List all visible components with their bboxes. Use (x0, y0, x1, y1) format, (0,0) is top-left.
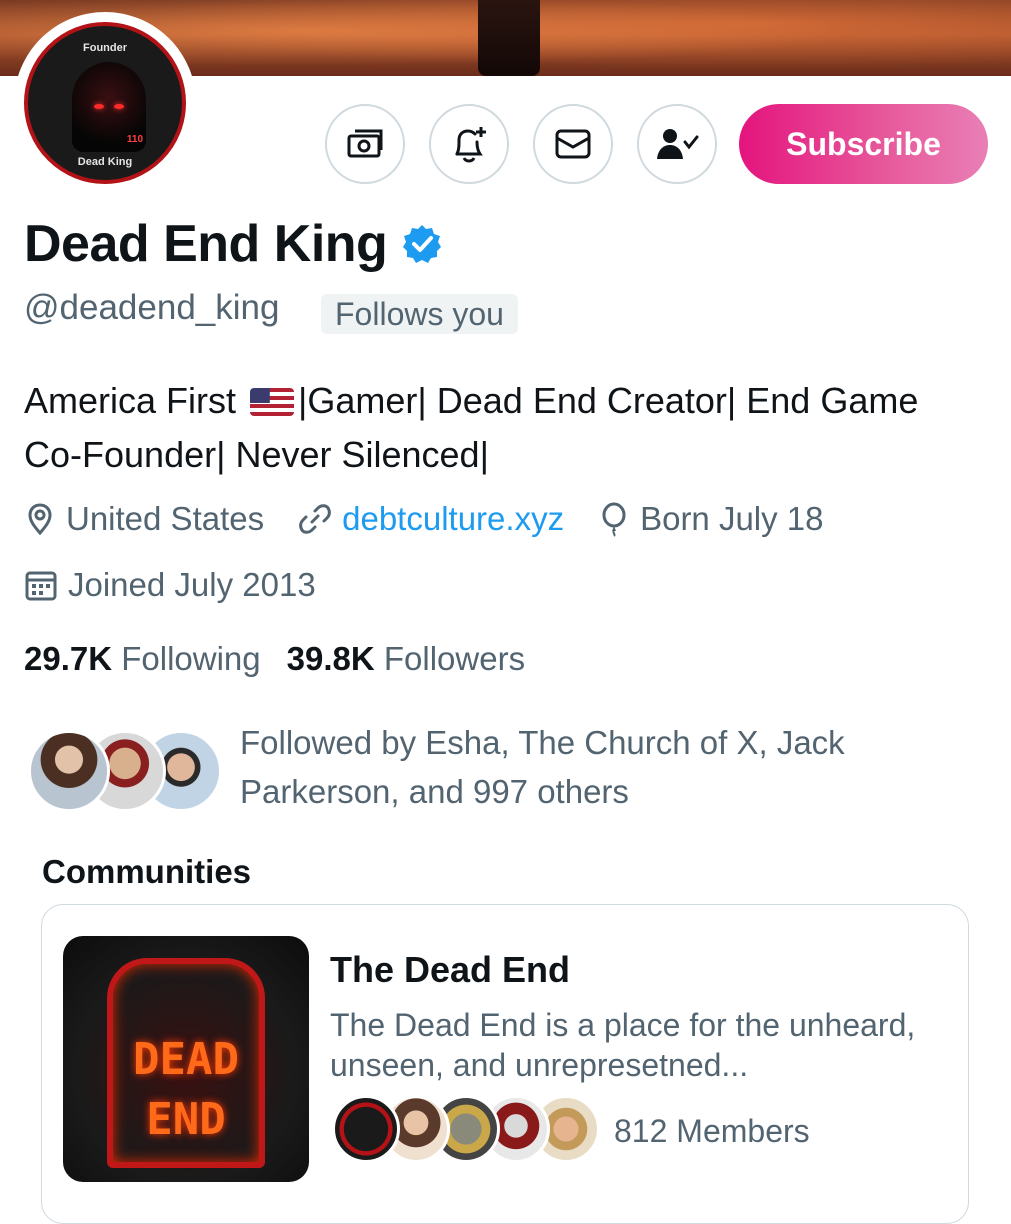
birthday: Born July 18 (598, 500, 824, 538)
profile-meta-row: United States debtculture.xyz Born July … (24, 500, 858, 538)
joined-text: Joined July 2013 (68, 566, 316, 603)
message-button[interactable] (533, 104, 613, 184)
banner-figure (478, 0, 540, 76)
community-image-text-bottom: END (146, 1094, 226, 1145)
subscribe-button[interactable]: Subscribe (739, 104, 988, 184)
community-image-text-top: DEAD (133, 1034, 239, 1085)
avatar-eye-left (94, 104, 104, 109)
calendar-icon (25, 571, 57, 601)
notification-bell-add-icon (455, 127, 486, 163)
location-pin-icon (28, 503, 52, 536)
member-avatar (332, 1095, 400, 1163)
community-member-avatars (332, 1095, 602, 1165)
followers-label: Followers (383, 640, 526, 677)
follower-avatar (28, 730, 110, 812)
tip-button[interactable] (325, 104, 405, 184)
follow-stats: 29.7K Following 39.8K Followers (24, 640, 525, 678)
link-icon (299, 504, 331, 534)
community-name: The Dead End (330, 949, 571, 990)
profile-name-row: Dead End King (24, 214, 443, 274)
bio-text-start: America First (24, 380, 237, 421)
profile-handle: @deadend_king (24, 288, 280, 327)
community-card[interactable]: DEAD END The Dead End The Dead End is a … (41, 904, 969, 1224)
community-description: The Dead End is a place for the unheard,… (330, 1007, 916, 1083)
notifications-button[interactable] (429, 104, 509, 184)
website-link[interactable]: debtculture.xyz (342, 500, 564, 538)
location: United States (24, 500, 264, 538)
balloon-icon (602, 502, 626, 537)
following-person-check-icon (657, 129, 699, 159)
avatar-logo: Founder 110 Dead King (24, 22, 186, 184)
website[interactable]: debtculture.xyz (298, 500, 564, 538)
verified-badge-icon (403, 225, 442, 263)
avatar-ring-bottom-text: Dead King (77, 156, 133, 168)
profile-name: Dead End King (24, 215, 388, 273)
following-stat[interactable]: 29.7K Following (24, 640, 261, 678)
follows-you-badge: Follows you (321, 294, 518, 334)
communities-heading: Communities (42, 853, 252, 890)
following-count: 29.7K (24, 640, 113, 677)
followed-by-text[interactable]: Followed by Esha, The Church of X, Jack … (240, 718, 940, 816)
tip-money-icon (347, 129, 383, 158)
avatar-ring-top-text: Founder (83, 42, 127, 54)
joined-row: Joined July 2013 (24, 566, 350, 604)
profile-avatar[interactable]: Founder 110 Dead King (14, 12, 196, 194)
followers-count: 39.8K (286, 640, 375, 677)
community-image: DEAD END (63, 936, 309, 1182)
profile-bio: America First |Gamer| Dead End Creator| … (24, 374, 984, 482)
birthday-text: Born July 18 (640, 500, 824, 537)
us-flag-icon (250, 388, 295, 416)
following-button[interactable] (637, 104, 717, 184)
community-member-count: 812 Members (614, 1113, 810, 1149)
followers-stat[interactable]: 39.8K Followers (287, 640, 525, 678)
avatar-eye-right (114, 104, 124, 109)
following-label: Following (121, 640, 261, 677)
message-envelope-icon (555, 129, 591, 159)
joined: Joined July 2013 (24, 566, 316, 604)
location-text: United States (66, 500, 265, 537)
followed-by-avatars[interactable] (28, 730, 222, 814)
avatar-badge: 110 (126, 134, 144, 145)
